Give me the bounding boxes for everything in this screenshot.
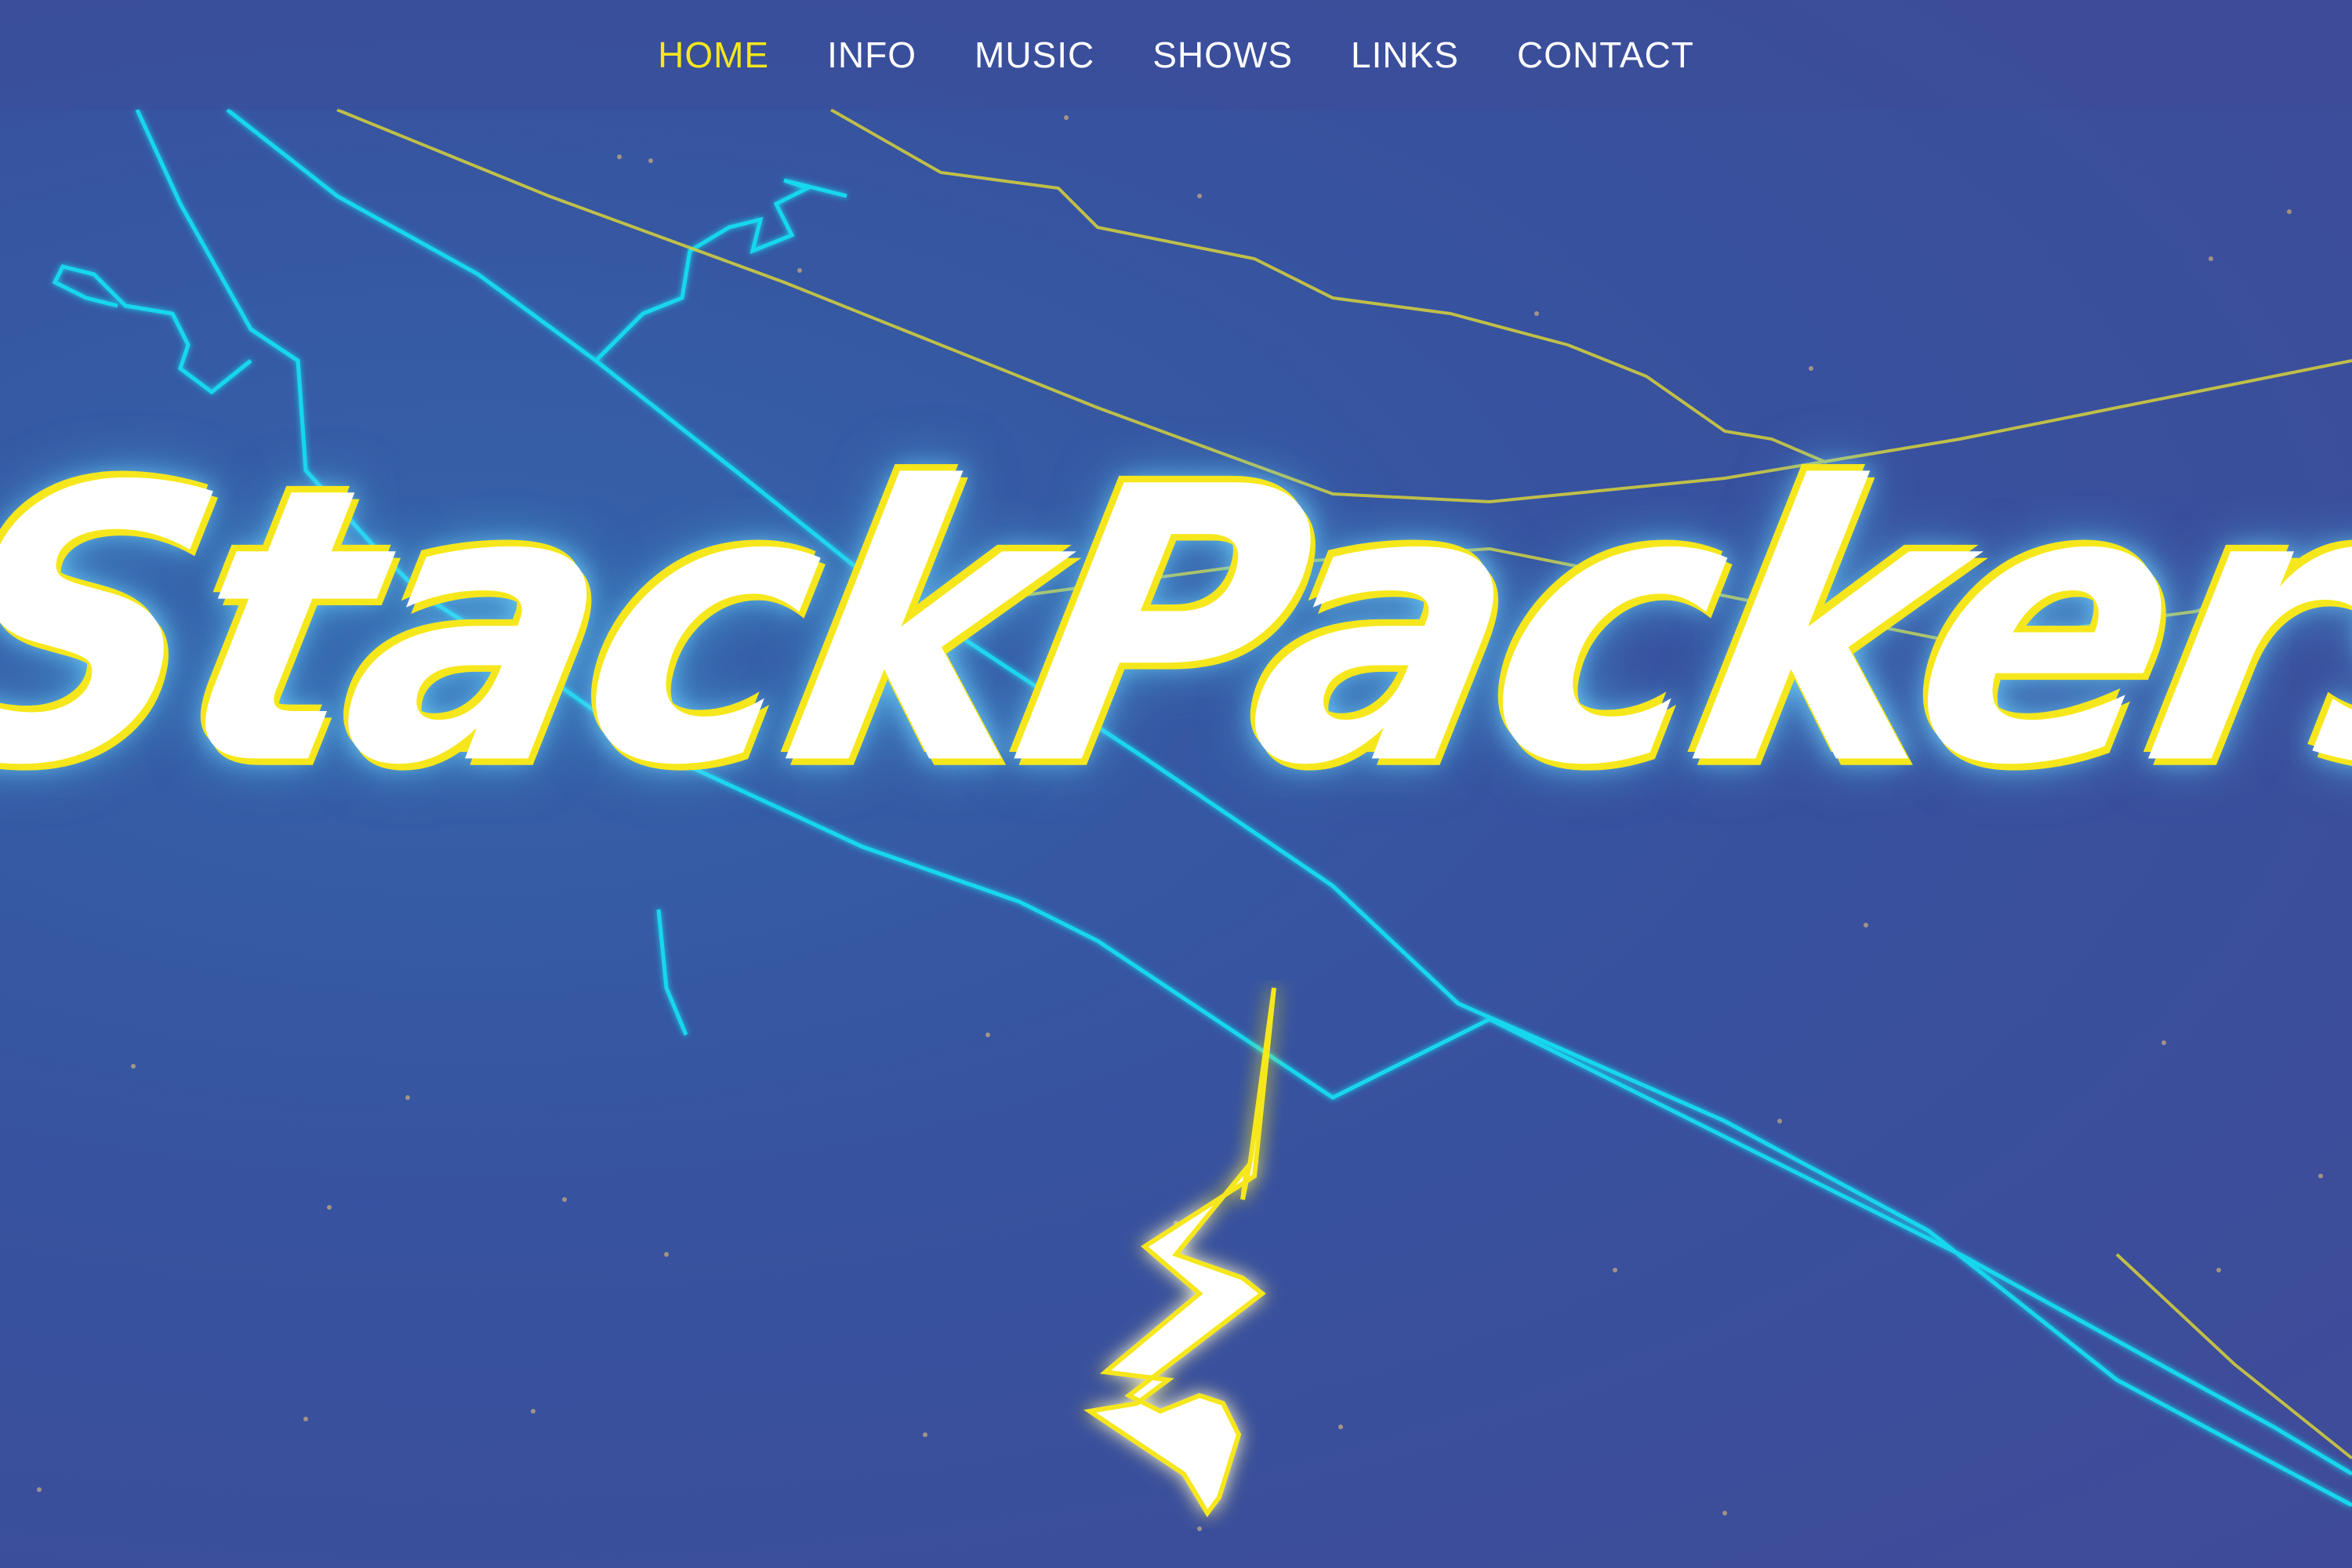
lightning-bolt-icon[interactable] — [1043, 980, 1325, 1529]
hero-stage: HOME INFO MUSIC SHOWS LINKS CONTACT Stac… — [0, 0, 2352, 1568]
nav-link-shows[interactable]: SHOWS — [1151, 29, 1294, 81]
nav-link-music[interactable]: MUSIC — [973, 29, 1096, 81]
nav-link-home[interactable]: HOME — [656, 29, 771, 81]
top-navigation: HOME INFO MUSIC SHOWS LINKS CONTACT — [0, 0, 2352, 110]
nav-link-links[interactable]: LINKS — [1349, 29, 1461, 81]
yellow-lines — [336, 108, 2352, 1460]
nav-link-info[interactable]: INFO — [826, 29, 918, 81]
nav-link-contact[interactable]: CONTACT — [1515, 29, 1696, 81]
